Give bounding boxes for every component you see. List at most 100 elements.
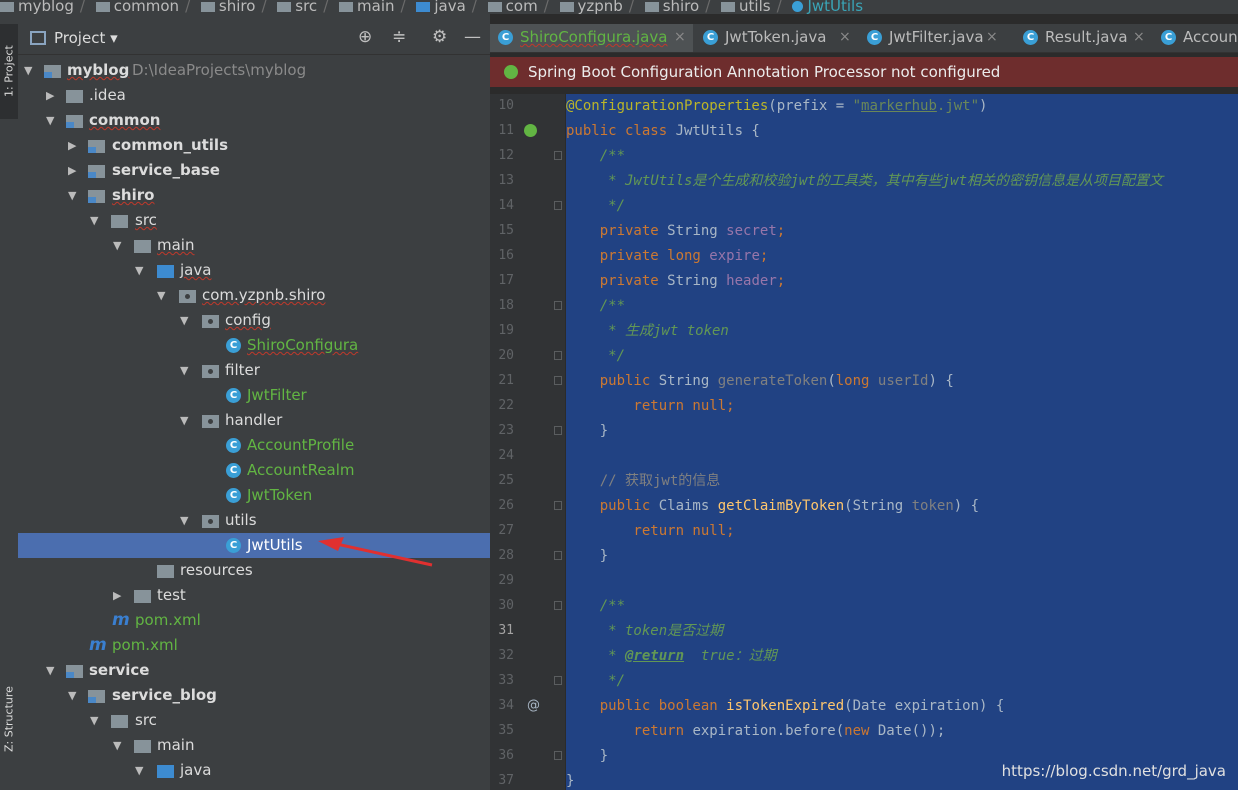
tree-node-service[interactable]: ▼ service [18,658,490,683]
maven-icon: m [89,635,107,655]
tree-node-utils[interactable]: ▼ utils [18,508,490,533]
expanded-arrow-icon[interactable]: ▼ [68,183,76,208]
fold-marker-icon[interactable] [554,426,562,435]
collapse-all-icon[interactable]: ≑ [392,27,406,47]
breadcrumb-item[interactable]: java [416,0,466,14]
fold-marker-icon[interactable] [554,551,562,560]
tree-node-common-utils[interactable]: ▶ common_utils [18,133,490,158]
line-number: 26 [498,498,514,513]
fold-marker-icon[interactable] [554,151,562,160]
breadcrumb-item[interactable]: myblog [0,0,74,14]
expanded-arrow-icon[interactable]: ▼ [46,108,54,133]
collapsed-arrow-icon[interactable]: ▶ [46,83,54,108]
tree-node-shiro-pom[interactable]: m pom.xml [18,608,490,633]
tree-node-jwttoken-class[interactable]: C JwtToken [18,483,490,508]
spring-bean-icon[interactable] [524,124,537,137]
expanded-arrow-icon[interactable]: ▼ [24,58,32,83]
expanded-arrow-icon[interactable]: ▼ [113,733,121,758]
code-line: // 获取jwt的信息 [566,473,721,489]
close-icon[interactable]: × [839,24,851,50]
expanded-arrow-icon[interactable]: ▼ [113,233,121,258]
breadcrumb-item[interactable]: common [95,0,179,14]
tree-node-main[interactable]: ▼ main [18,233,490,258]
tree-node-test[interactable]: ▶ test [18,583,490,608]
tree-node-src[interactable]: ▼ src [18,208,490,233]
tree-node-filter[interactable]: ▼ filter [18,358,490,383]
expanded-arrow-icon[interactable]: ▼ [46,658,54,683]
expanded-arrow-icon[interactable]: ▼ [135,258,143,283]
fold-marker-icon[interactable] [554,676,562,685]
structure-tool-tab[interactable]: Z: Structure [0,669,18,769]
breadcrumb-item[interactable]: yzpnb [559,0,623,14]
fold-marker-icon[interactable] [554,751,562,760]
maven-icon: m [112,610,130,630]
tab-jwtfilter[interactable]: C JwtFilter.java × [859,24,1004,52]
tree-node-service-blog[interactable]: ▼ service_blog [18,683,490,708]
tree-node-shiro-config-class[interactable]: C ShiroConfigura [18,333,490,358]
tab-shiro-config[interactable]: C ShiroConfigura.java × [490,24,693,52]
fold-marker-icon[interactable] [554,601,562,610]
expanded-arrow-icon[interactable]: ▼ [135,758,143,783]
fold-marker-icon[interactable] [554,201,562,210]
code-area[interactable]: @ConfigurationProperties(prefix = "marke… [566,94,1238,790]
line-number: 15 [498,223,514,238]
override-marker-icon[interactable]: @ [527,698,540,713]
close-icon[interactable]: × [986,24,998,50]
breadcrumb-item[interactable]: com [487,0,538,14]
expanded-arrow-icon[interactable]: ▼ [180,308,188,333]
breadcrumb-item[interactable]: utils [721,0,771,14]
class-icon [792,1,804,12]
tree-node-package[interactable]: ▼ com.yzpnb.shiro [18,283,490,308]
tab-account[interactable]: C Accoun [1153,24,1238,52]
tree-node-myblog[interactable]: ▼ myblog D:\IdeaProjects\myblog [18,58,490,83]
tree-node-java[interactable]: ▼ java [18,758,490,783]
tree-node-jwtfilter-class[interactable]: C JwtFilter [18,383,490,408]
gear-icon[interactable]: ⚙ [432,27,447,47]
tree-node-handler[interactable]: ▼ handler [18,408,490,433]
tree-node-java[interactable]: ▼ java [18,258,490,283]
breadcrumb-item[interactable]: src [277,0,317,14]
locate-icon[interactable]: ⊕ [358,27,372,47]
hide-icon[interactable]: — [464,27,481,47]
folder-icon [339,1,354,12]
tree-node-accountprofile-class[interactable]: C AccountProfile [18,433,490,458]
breadcrumb-current[interactable]: JwtUtils [792,0,863,14]
arrow-shaft [331,541,433,567]
expanded-arrow-icon[interactable]: ▼ [157,283,165,308]
expanded-arrow-icon[interactable]: ▼ [68,683,76,708]
tree-node-shiro[interactable]: ▼ shiro [18,183,490,208]
collapsed-arrow-icon[interactable]: ▶ [113,583,121,608]
expanded-arrow-icon[interactable]: ▼ [180,508,188,533]
tab-result[interactable]: C Result.java × [1015,24,1150,52]
tree-node-src[interactable]: ▼ src [18,708,490,733]
tree-node-config[interactable]: ▼ config [18,308,490,333]
expanded-arrow-icon[interactable]: ▼ [180,408,188,433]
tree-node-common-pom[interactable]: m pom.xml [18,633,490,658]
tree-node-accountrealm-class[interactable]: C AccountRealm [18,458,490,483]
close-icon[interactable]: × [1133,24,1145,50]
tree-node-service-base[interactable]: ▶ service_base [18,158,490,183]
close-icon[interactable]: × [674,24,686,50]
fold-marker-icon[interactable] [554,351,562,360]
expanded-arrow-icon[interactable]: ▼ [90,208,98,233]
tree-node-common[interactable]: ▼ common [18,108,490,133]
code-line: public boolean isTokenExpired(Date expir… [566,698,1005,714]
fold-marker-icon[interactable] [554,376,562,385]
breadcrumb-item[interactable]: shiro [644,0,699,14]
tree-node-main[interactable]: ▼ main [18,733,490,758]
tree-node-idea[interactable]: ▶ .idea [18,83,490,108]
project-tool-tab[interactable]: 1: Project [0,24,18,119]
breadcrumb-item[interactable]: main [339,0,395,14]
expanded-arrow-icon[interactable]: ▼ [90,708,98,733]
config-warning-banner[interactable]: Spring Boot Configuration Annotation Pro… [490,57,1238,87]
line-number: 25 [498,473,514,488]
class-icon: C [226,338,241,353]
collapsed-arrow-icon[interactable]: ▶ [68,158,76,183]
fold-marker-icon[interactable] [554,501,562,510]
tab-jwttoken[interactable]: C JwtToken.java × [695,24,857,52]
project-view-selector[interactable]: Project ▾ [54,29,118,47]
breadcrumb-item[interactable]: shiro [200,0,255,14]
fold-marker-icon[interactable] [554,301,562,310]
expanded-arrow-icon[interactable]: ▼ [180,358,188,383]
collapsed-arrow-icon[interactable]: ▶ [68,133,76,158]
